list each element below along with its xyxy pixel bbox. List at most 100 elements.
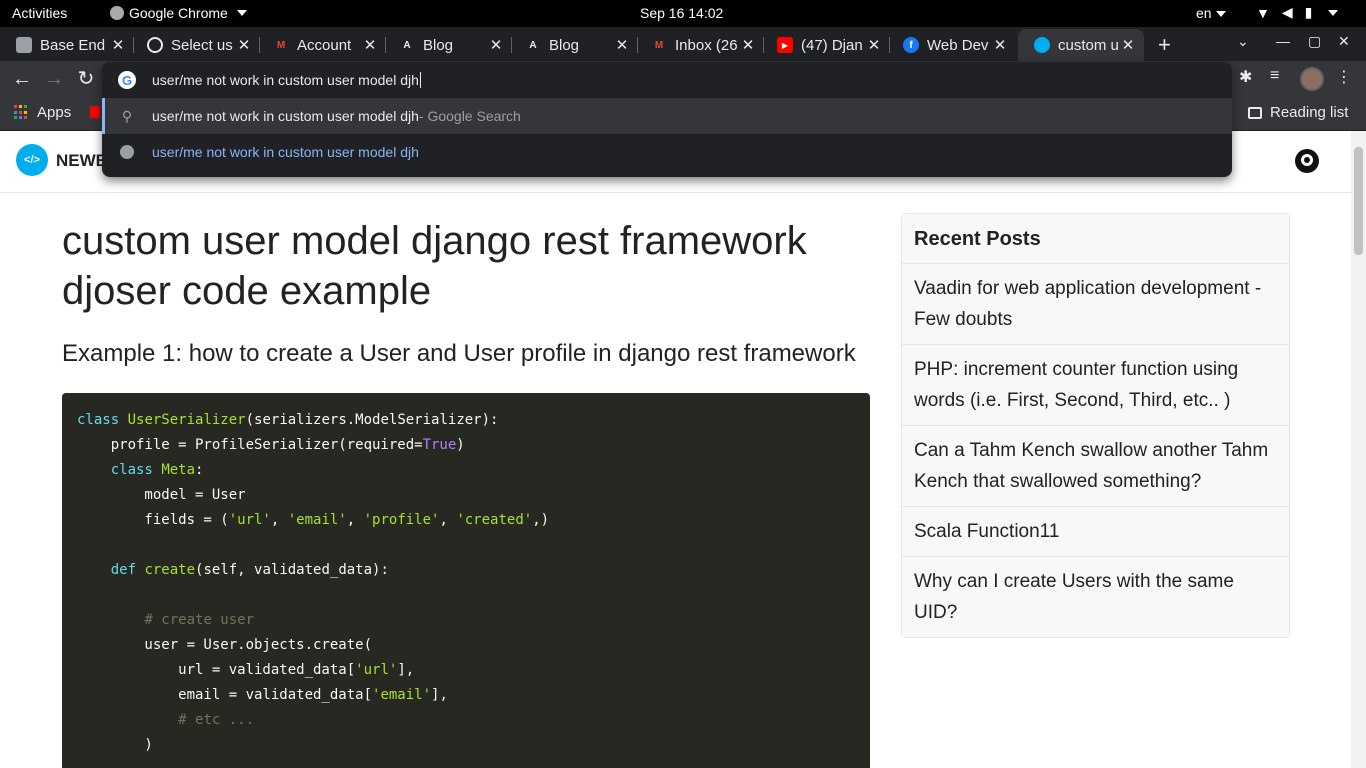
address-bar[interactable]: G user/me not work in custom user model …	[102, 62, 1232, 98]
reload-button[interactable]: ↻	[74, 67, 98, 91]
battery-icon: ▮	[1304, 4, 1313, 20]
apps-bookmark[interactable]: Apps	[14, 104, 71, 121]
github-icon[interactable]	[1295, 149, 1319, 173]
address-input[interactable]: user/me not work in custom user model dj…	[152, 72, 419, 88]
menu-icon[interactable]: ⋮	[1336, 67, 1352, 87]
forward-button[interactable]: →	[42, 67, 66, 91]
close-icon[interactable]: ✕	[992, 36, 1008, 54]
code-line: model = User	[77, 487, 246, 503]
tab-base-end[interactable]: Base End ✕	[0, 29, 134, 61]
chevron-down-icon	[1328, 9, 1339, 16]
maximize-button[interactable]: ▢	[1308, 33, 1321, 50]
newbedev-icon	[1034, 37, 1050, 53]
youtube-bookmark-icon[interactable]	[90, 106, 100, 118]
facebook-icon: f	[903, 37, 919, 53]
language-menu[interactable]: en	[1196, 5, 1226, 21]
doc-icon	[16, 37, 32, 53]
reading-list-button[interactable]: Reading list	[1248, 104, 1348, 121]
close-window-button[interactable]: ✕	[1338, 33, 1350, 50]
tab-strip: Base End ✕ Select us ✕ M Account ✕ A Blo…	[0, 27, 1366, 61]
close-icon[interactable]: ✕	[614, 36, 630, 54]
recent-post-link[interactable]: Why can I create Users with the same UID…	[902, 557, 1289, 637]
app-menu[interactable]: Google Chrome	[110, 5, 247, 21]
omnibox-suggestion-url[interactable]: user/me not work in custom user model dj…	[102, 134, 1232, 170]
media-control-icon[interactable]: ≡	[1270, 67, 1279, 85]
recent-posts-heading: Recent Posts	[902, 214, 1289, 264]
close-icon[interactable]: ✕	[110, 36, 126, 54]
tab-account[interactable]: M Account ✕	[257, 29, 386, 61]
code-line: email = validated_data['email'],	[77, 687, 448, 703]
recent-post-link[interactable]: Vaadin for web application development -…	[902, 264, 1289, 345]
back-button[interactable]: ←	[10, 67, 34, 91]
a-icon: A	[403, 39, 411, 51]
close-icon[interactable]: ✕	[1120, 36, 1136, 54]
suggestion-text: user/me not work in custom user model dj…	[152, 144, 419, 160]
code-line: # etc ...	[178, 712, 255, 728]
gmail-icon: M	[276, 39, 286, 51]
close-icon[interactable]: ✕	[362, 36, 378, 54]
chevron-down-icon	[1215, 11, 1226, 18]
code-line: # create user	[144, 612, 255, 628]
tab-blog-1[interactable]: A Blog ✕	[383, 29, 512, 61]
system-top-bar: Activities Google Chrome Sep 16 14:02 en…	[0, 0, 1366, 27]
code-line: class UserSerializer(serializers.ModelSe…	[77, 412, 499, 428]
recent-post-link[interactable]: Can a Tahm Kench swallow another Tahm Ke…	[902, 426, 1289, 507]
tab-blog-2[interactable]: A Blog ✕	[509, 29, 638, 61]
app-name: Google Chrome	[129, 5, 228, 21]
reading-list-icon	[1248, 106, 1262, 119]
close-icon[interactable]: ✕	[740, 36, 756, 54]
globe-icon	[147, 37, 163, 53]
suggestion-subtext: - Google Search	[418, 108, 521, 124]
search-icon: ⚲	[121, 107, 133, 124]
code-line: class Meta:	[110, 462, 204, 478]
recent-post-link[interactable]: PHP: increment counter function using wo…	[902, 345, 1289, 426]
close-icon[interactable]: ✕	[866, 36, 882, 54]
tab-select-user[interactable]: Select us ✕	[131, 29, 260, 61]
code-line: fields = ('url', 'email', 'profile', 'cr…	[77, 512, 550, 528]
google-icon: G	[118, 71, 136, 89]
recent-posts-panel: Recent Posts Vaadin for web application …	[901, 213, 1290, 638]
example-title: Example 1: how to create a User and User…	[62, 340, 856, 367]
close-icon[interactable]: ✕	[236, 36, 252, 54]
site-brand[interactable]: NEWB	[56, 151, 108, 171]
profile-avatar[interactable]	[1300, 67, 1324, 91]
omnibox-dropdown: G user/me not work in custom user model …	[102, 62, 1232, 177]
apps-grid-icon	[14, 105, 29, 120]
close-icon[interactable]: ✕	[488, 36, 504, 54]
language-label: en	[1196, 5, 1212, 21]
code-line: url = validated_data['url'],	[77, 662, 415, 678]
extensions-icon[interactable]: ✱	[1239, 67, 1252, 87]
tab-inbox[interactable]: M Inbox (26 ✕	[635, 29, 764, 61]
tab-custom-user[interactable]: custom u ✕	[1018, 29, 1144, 61]
tab-search-button[interactable]: ⌄	[1237, 33, 1249, 50]
code-block: class UserSerializer(serializers.ModelSe…	[62, 393, 870, 768]
page-title: custom user model django rest framework …	[62, 219, 807, 313]
site-logo-icon[interactable]: </>	[16, 144, 48, 176]
globe-icon	[102, 145, 152, 159]
web-page: </> NEWB custom user model django rest f…	[0, 131, 1351, 768]
code-line: )	[77, 737, 153, 753]
wifi-icon: ▼	[1256, 4, 1270, 21]
system-menu[interactable]: ▼ ◀ ▮	[1256, 4, 1339, 21]
activities-button[interactable]: Activities	[12, 5, 67, 21]
youtube-icon: ▶	[777, 37, 793, 53]
code-line: def create(self, validated_data):	[110, 562, 389, 578]
omnibox-suggestion-search[interactable]: ⚲ user/me not work in custom user model …	[102, 98, 1232, 134]
minimize-button[interactable]: —	[1276, 33, 1290, 49]
scrollbar-thumb[interactable]	[1354, 147, 1363, 255]
apps-label: Apps	[37, 104, 72, 121]
a-icon: A	[529, 39, 537, 51]
tab-youtube[interactable]: ▶ (47) Djan ✕	[761, 29, 890, 61]
reading-list-label: Reading list	[1270, 104, 1349, 121]
new-tab-button[interactable]: +	[1158, 32, 1171, 58]
page-scrollbar[interactable]	[1351, 131, 1366, 768]
tab-web-dev[interactable]: f Web Dev ✕	[887, 29, 1016, 61]
recent-post-link[interactable]: Scala Function11	[902, 507, 1289, 557]
chrome-icon	[110, 6, 124, 20]
clock[interactable]: Sep 16 14:02	[640, 5, 723, 21]
suggestion-text: user/me not work in custom user model dj…	[152, 108, 419, 124]
chevron-down-icon	[236, 10, 247, 16]
gmail-icon: M	[654, 39, 664, 51]
